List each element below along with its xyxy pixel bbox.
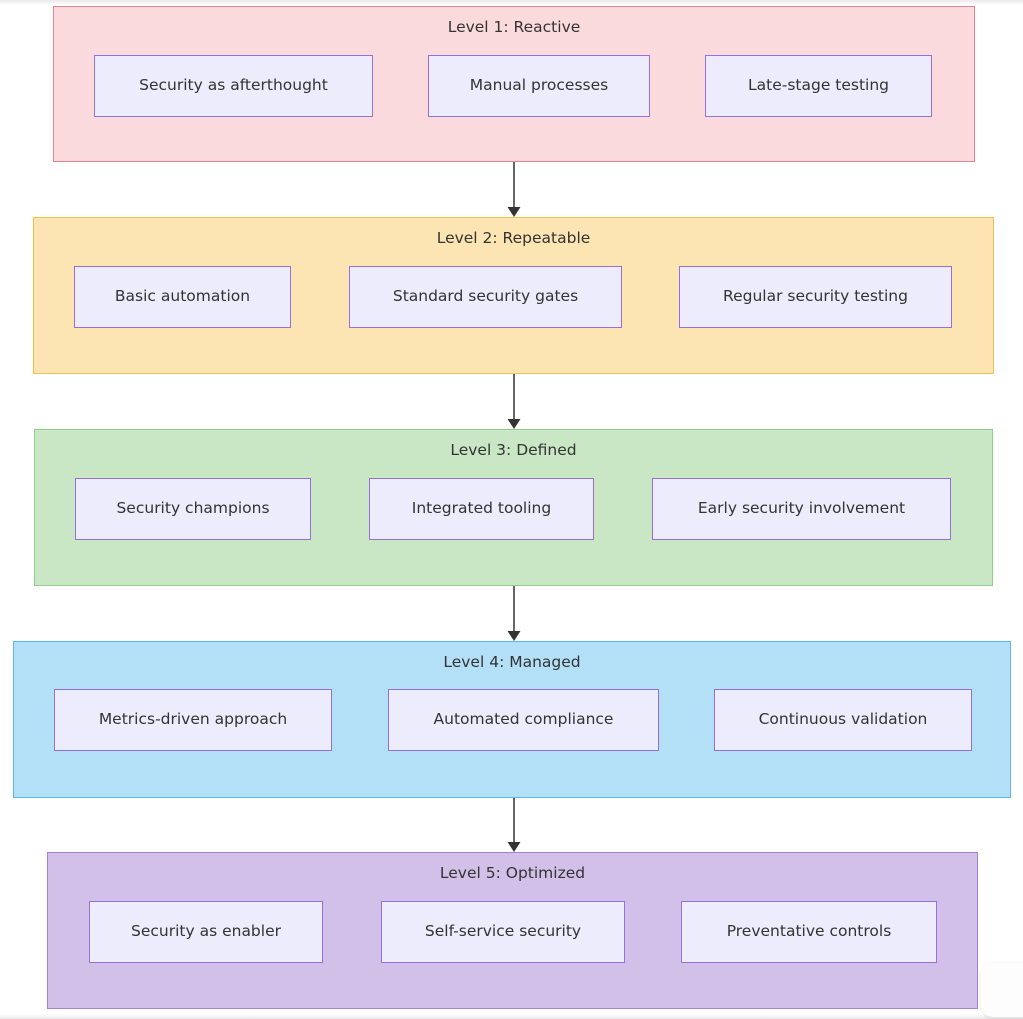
practice-node-4-3[interactable]: Continuous validation [714,689,972,751]
practice-node-label: Metrics-driven approach [98,710,288,729]
floating-widget-fragment[interactable] [981,963,1023,1017]
practice-node-2-1[interactable]: Basic automation [74,266,291,328]
practice-node-2-3[interactable]: Regular security testing [679,266,952,328]
practice-node-4-1[interactable]: Metrics-driven approach [54,689,332,751]
practice-node-4-2[interactable]: Automated compliance [388,689,659,751]
viewport-bottom-edge [0,1014,1023,1019]
level-title-4: Level 4: Managed [443,653,581,671]
level-title-2: Level 2: Repeatable [436,229,591,247]
practice-node-label: Preventative controls [726,922,892,941]
practice-node-1-1[interactable]: Security as afterthought [94,55,373,117]
practice-node-label: Late-stage testing [747,76,890,95]
level-title-3: Level 3: Defined [450,441,577,459]
arrowhead-icon [507,419,521,429]
level-title-1: Level 1: Reactive [447,18,581,36]
arrow-level3-level4 [503,586,525,641]
practice-node-label: Continuous validation [758,710,928,729]
practice-node-3-2[interactable]: Integrated tooling [369,478,594,540]
arrowhead-icon [507,207,521,217]
practice-node-label: Integrated tooling [411,499,552,518]
practice-node-label: Security as enabler [131,922,281,941]
practice-node-label: Standard security gates [392,287,579,306]
arrow-level1-level2 [503,162,525,217]
practice-node-label: Basic automation [114,287,251,306]
arrow-level4-level5 [503,798,525,852]
viewport-top-edge [0,0,1023,5]
practice-node-label: Manual processes [469,76,609,95]
level-title-5: Level 5: Optimized [439,864,586,882]
practice-node-label: Security as afterthought [139,76,328,95]
practice-node-label: Early security involvement [697,499,906,518]
arrowhead-icon [507,631,521,641]
practice-node-5-3[interactable]: Preventative controls [681,901,937,963]
practice-node-2-2[interactable]: Standard security gates [349,266,622,328]
practice-node-1-2[interactable]: Manual processes [428,55,650,117]
practice-node-3-1[interactable]: Security champions [75,478,311,540]
practice-node-label: Regular security testing [723,287,908,306]
arrow-level2-level3 [503,374,525,429]
practice-node-1-3[interactable]: Late-stage testing [705,55,932,117]
practice-node-5-1[interactable]: Security as enabler [89,901,323,963]
maturity-model-flowchart: Level 1: Reactive Security as afterthough… [0,0,1023,1019]
practice-node-3-3[interactable]: Early security involvement [652,478,951,540]
practice-node-label: Self-service security [424,922,582,941]
practice-node-label: Automated compliance [433,710,614,729]
arrowhead-icon [507,842,521,852]
practice-node-label: Security champions [116,499,270,518]
practice-node-5-2[interactable]: Self-service security [381,901,625,963]
